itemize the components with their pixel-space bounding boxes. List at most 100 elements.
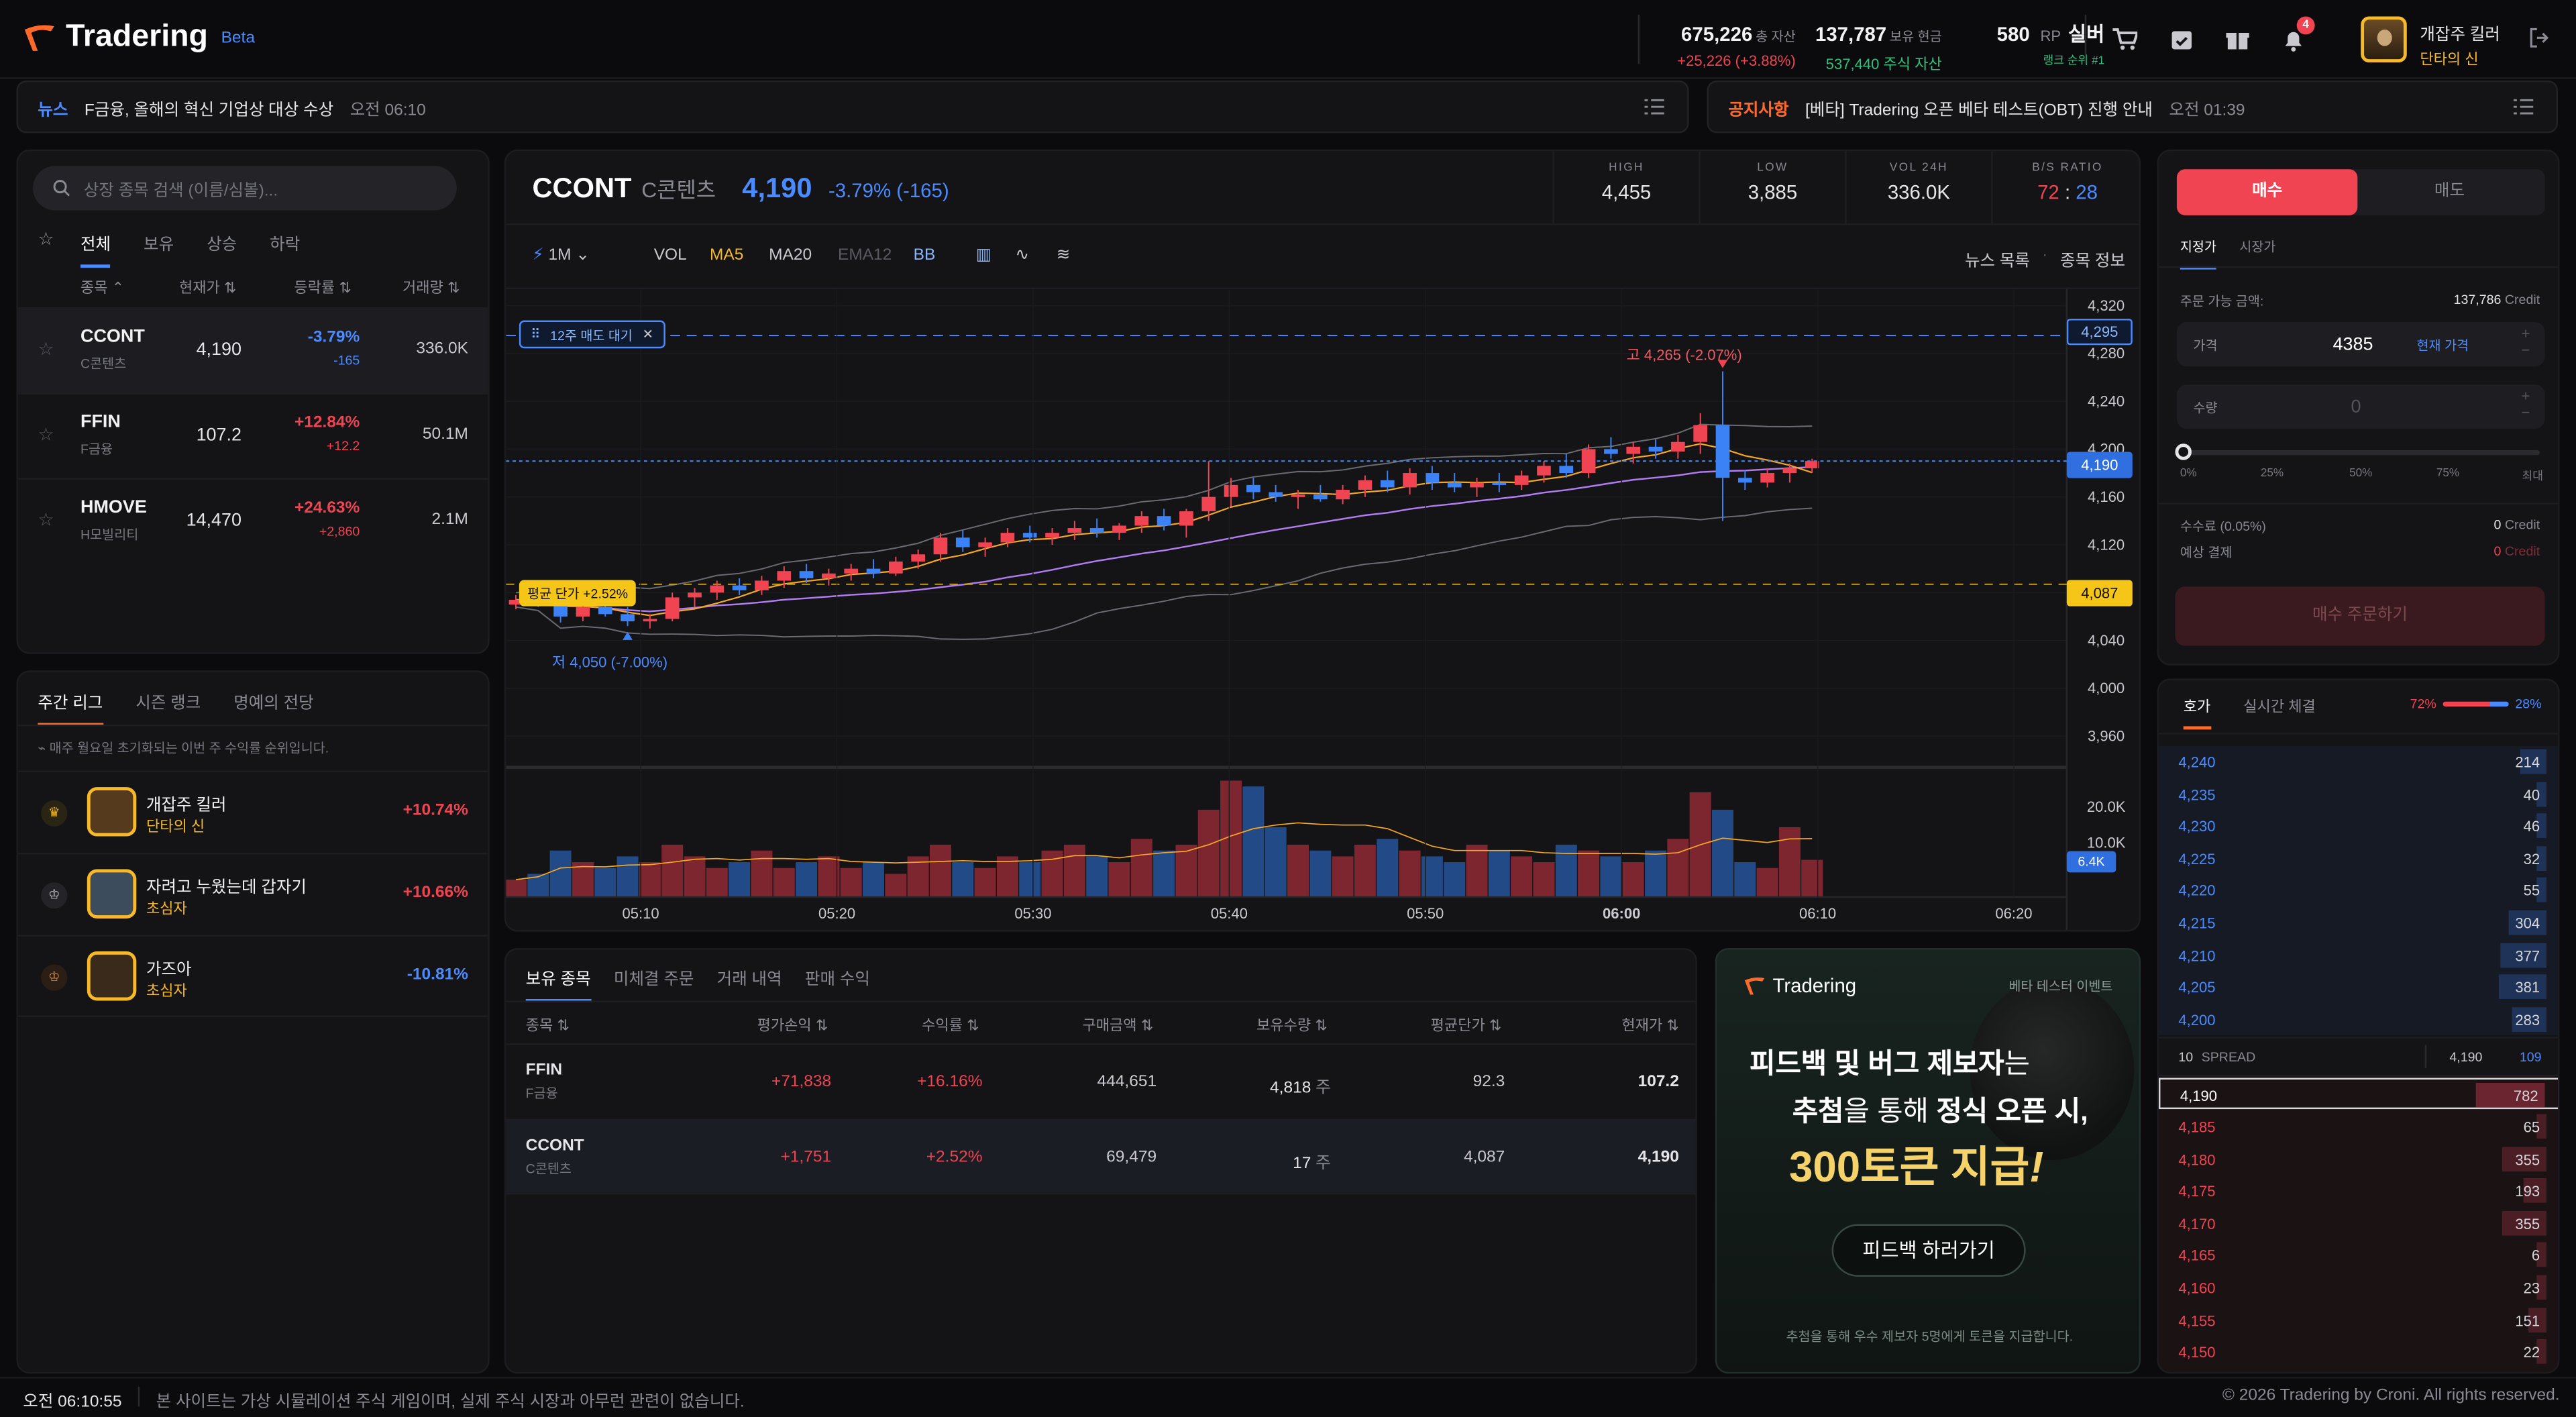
- bar-chart-icon[interactable]: ▥: [976, 246, 991, 264]
- quantity-slider[interactable]: [2175, 443, 2540, 460]
- league-row[interactable]: ♔ 가즈아 초심자 -10.81%: [17, 935, 488, 1017]
- ask-row[interactable]: 4,200 283: [2159, 1004, 2558, 1036]
- notice-ticker[interactable]: 공지사항 [베타] Tradering 오픈 베타 테스트(OBT) 진행 안내…: [1707, 81, 2559, 134]
- calendar-icon[interactable]: [2169, 26, 2195, 52]
- slider-handle[interactable]: [2175, 443, 2192, 460]
- tab-realized-profit[interactable]: 판매 수익: [805, 965, 870, 1002]
- gift-icon[interactable]: [2224, 26, 2251, 52]
- news-headline[interactable]: F금융, 올해의 혁신 기업상 대상 수상: [85, 95, 333, 119]
- close-icon[interactable]: ✕: [643, 327, 653, 342]
- ask-row[interactable]: 4,235 40: [2159, 778, 2558, 810]
- stock-info-link[interactable]: 종목 정보: [2060, 246, 2125, 271]
- favorite-star-icon[interactable]: ☆: [38, 228, 54, 250]
- sell-tab[interactable]: 매도: [2359, 169, 2540, 215]
- star-icon[interactable]: ☆: [38, 424, 54, 445]
- col-price[interactable]: 현재가 ⇅: [179, 276, 236, 297]
- quantity-field[interactable]: 수량 0 + −: [2176, 384, 2545, 429]
- col-volume[interactable]: 거래량 ⇅: [402, 276, 460, 297]
- line-chart-icon[interactable]: ∿: [1015, 246, 1029, 264]
- tab-rising[interactable]: 상승: [207, 230, 237, 268]
- logout-icon[interactable]: [2527, 26, 2553, 52]
- indicator-vol[interactable]: VOL: [654, 246, 687, 264]
- star-icon[interactable]: ☆: [38, 338, 54, 360]
- ask-row[interactable]: 4,230 46: [2159, 810, 2558, 843]
- ask-row[interactable]: 4,225 32: [2159, 843, 2558, 875]
- bid-row[interactable]: 4,165 6: [2159, 1240, 2558, 1272]
- price-field[interactable]: 가격 4385 현재 가격 + −: [2176, 322, 2545, 367]
- user-info[interactable]: 개잡주 킬러 단타의 신: [2420, 19, 2500, 68]
- league-row[interactable]: ♔ 자려고 누웠는데 갑자기 초심자 +10.66%: [17, 853, 488, 935]
- quantity-input[interactable]: 0: [2351, 398, 2361, 417]
- tab-falling[interactable]: 하락: [270, 230, 300, 268]
- cart-icon[interactable]: [2111, 26, 2139, 52]
- app-logo[interactable]: Tradering Beta: [23, 19, 255, 56]
- ask-row[interactable]: 4,205 381: [2159, 972, 2558, 1004]
- user-avatar[interactable]: [2361, 16, 2407, 63]
- volume-bar: [1511, 856, 1533, 898]
- quantity-stepper[interactable]: + −: [2522, 388, 2530, 421]
- ask-row[interactable]: 4,220 55: [2159, 875, 2558, 907]
- ask-row[interactable]: 4,215 304: [2159, 907, 2558, 939]
- bid-row[interactable]: 4,185 65: [2159, 1111, 2558, 1143]
- tab-trade-history[interactable]: 거래 내역: [717, 965, 782, 1002]
- list-icon[interactable]: [2513, 99, 2534, 120]
- search-input[interactable]: 상장 종목 검색 (이름/심볼)...: [84, 176, 278, 201]
- layers-icon[interactable]: ≋: [1057, 246, 1071, 264]
- holding-row[interactable]: CCONT C콘텐츠 +1,751 +2.52% 69,479 17 주 4,0…: [506, 1118, 1696, 1193]
- volume-bar: [1711, 809, 1733, 898]
- bid-row[interactable]: 4,155 151: [2159, 1304, 2558, 1336]
- news-ticker[interactable]: 뉴스 F금융, 올해의 혁신 기업상 대상 수상 오전 06:10: [16, 81, 1689, 134]
- tab-weekly-league[interactable]: 주간 리그: [38, 688, 103, 727]
- tab-holding[interactable]: 보유: [144, 230, 174, 268]
- bid-row[interactable]: 4,160 23: [2159, 1272, 2558, 1304]
- tab-holdings[interactable]: 보유 종목: [525, 965, 591, 1002]
- indicator-ma5[interactable]: MA5: [710, 246, 743, 264]
- current-price-row[interactable]: 4,190 782: [2158, 1078, 2559, 1110]
- tab-hall-of-fame[interactable]: 명예의 전당: [233, 688, 313, 726]
- bid-row[interactable]: 4,175 193: [2159, 1175, 2558, 1207]
- tab-live-trades[interactable]: 실시간 체결: [2243, 695, 2316, 729]
- notice-headline[interactable]: [베타] Tradering 오픈 베타 테스트(OBT) 진행 안내: [1805, 95, 2153, 119]
- bid-row[interactable]: 4,150 22: [2159, 1336, 2558, 1368]
- stock-row[interactable]: ☆ CCONT C콘텐츠 4,190 -3.79% -165 336.0K: [17, 307, 488, 393]
- col-change[interactable]: 등락률 ⇅: [294, 276, 351, 297]
- ask-row[interactable]: 4,240 214: [2159, 746, 2558, 778]
- star-icon[interactable]: ☆: [38, 509, 54, 531]
- col-symbol[interactable]: 종목 ⌃: [80, 276, 124, 297]
- news-list-link[interactable]: 뉴스 목록: [1965, 246, 2030, 271]
- volume-bar: [1778, 827, 1801, 898]
- tab-open-orders[interactable]: 미체결 주문: [614, 965, 694, 1002]
- indicator-ema12[interactable]: EMA12: [838, 246, 892, 264]
- tab-season-rank[interactable]: 시즌 랭크: [136, 688, 201, 726]
- price-input[interactable]: 4385: [2333, 335, 2373, 355]
- tab-all[interactable]: 전체: [80, 230, 111, 268]
- stock-row[interactable]: ☆ FFIN F금융 107.2 +12.84% +12.2 50.1M: [17, 392, 488, 478]
- tab-orderbook[interactable]: 호가: [2183, 695, 2211, 730]
- bell-icon[interactable]: 4: [2280, 16, 2315, 52]
- tab-limit[interactable]: 지정가: [2180, 238, 2216, 270]
- league-row[interactable]: ♛ 개잡주 킬러 단타의 신 +10.74%: [17, 770, 488, 853]
- orderbook-quantity: 40: [2523, 786, 2540, 803]
- promo-banner[interactable]: Tradering 베타 테스터 이벤트 피드백 및 버그 제보자는 추첨을 통…: [1715, 948, 2141, 1374]
- price-stepper[interactable]: + −: [2522, 325, 2530, 358]
- holding-row[interactable]: FFIN F금융 +71,838 +16.16% 444,651 4,818 주…: [506, 1043, 1696, 1117]
- candle: [1737, 478, 1752, 483]
- tab-market[interactable]: 시장가: [2239, 238, 2275, 270]
- submit-buy-button[interactable]: 매수 주문하기: [2175, 586, 2545, 646]
- stock-search[interactable]: 상장 종목 검색 (이름/심볼)...: [32, 166, 457, 211]
- price-chart[interactable]: 4,3204,2804,2404,2004,1604,1204,0804,040…: [506, 289, 2141, 932]
- pending-order-tag[interactable]: ⠿ 12주 매도 대기 ✕: [519, 320, 665, 349]
- indicator-ma20[interactable]: MA20: [769, 246, 812, 264]
- list-icon[interactable]: [1644, 99, 1664, 120]
- current-price-link[interactable]: 현재 가격: [2416, 337, 2469, 355]
- interval-select[interactable]: ⚡ 1M ⌄: [532, 246, 589, 264]
- rank-points[interactable]: 580 RP 실버 랭크 순위 #1: [1997, 19, 2105, 68]
- volume-bar: [1667, 839, 1689, 898]
- bid-row[interactable]: 4,180 355: [2159, 1143, 2558, 1175]
- indicator-bb[interactable]: BB: [914, 246, 936, 264]
- bid-row[interactable]: 4,170 355: [2159, 1208, 2558, 1240]
- feedback-button[interactable]: 피드백 하러가기: [1831, 1224, 2026, 1277]
- buy-tab[interactable]: 매수: [2176, 169, 2358, 215]
- stock-row[interactable]: ☆ HMOVE H모빌리티 14,470 +24.63% +2,860 2.1M: [17, 478, 488, 564]
- ask-row[interactable]: 4,210 377: [2159, 939, 2558, 972]
